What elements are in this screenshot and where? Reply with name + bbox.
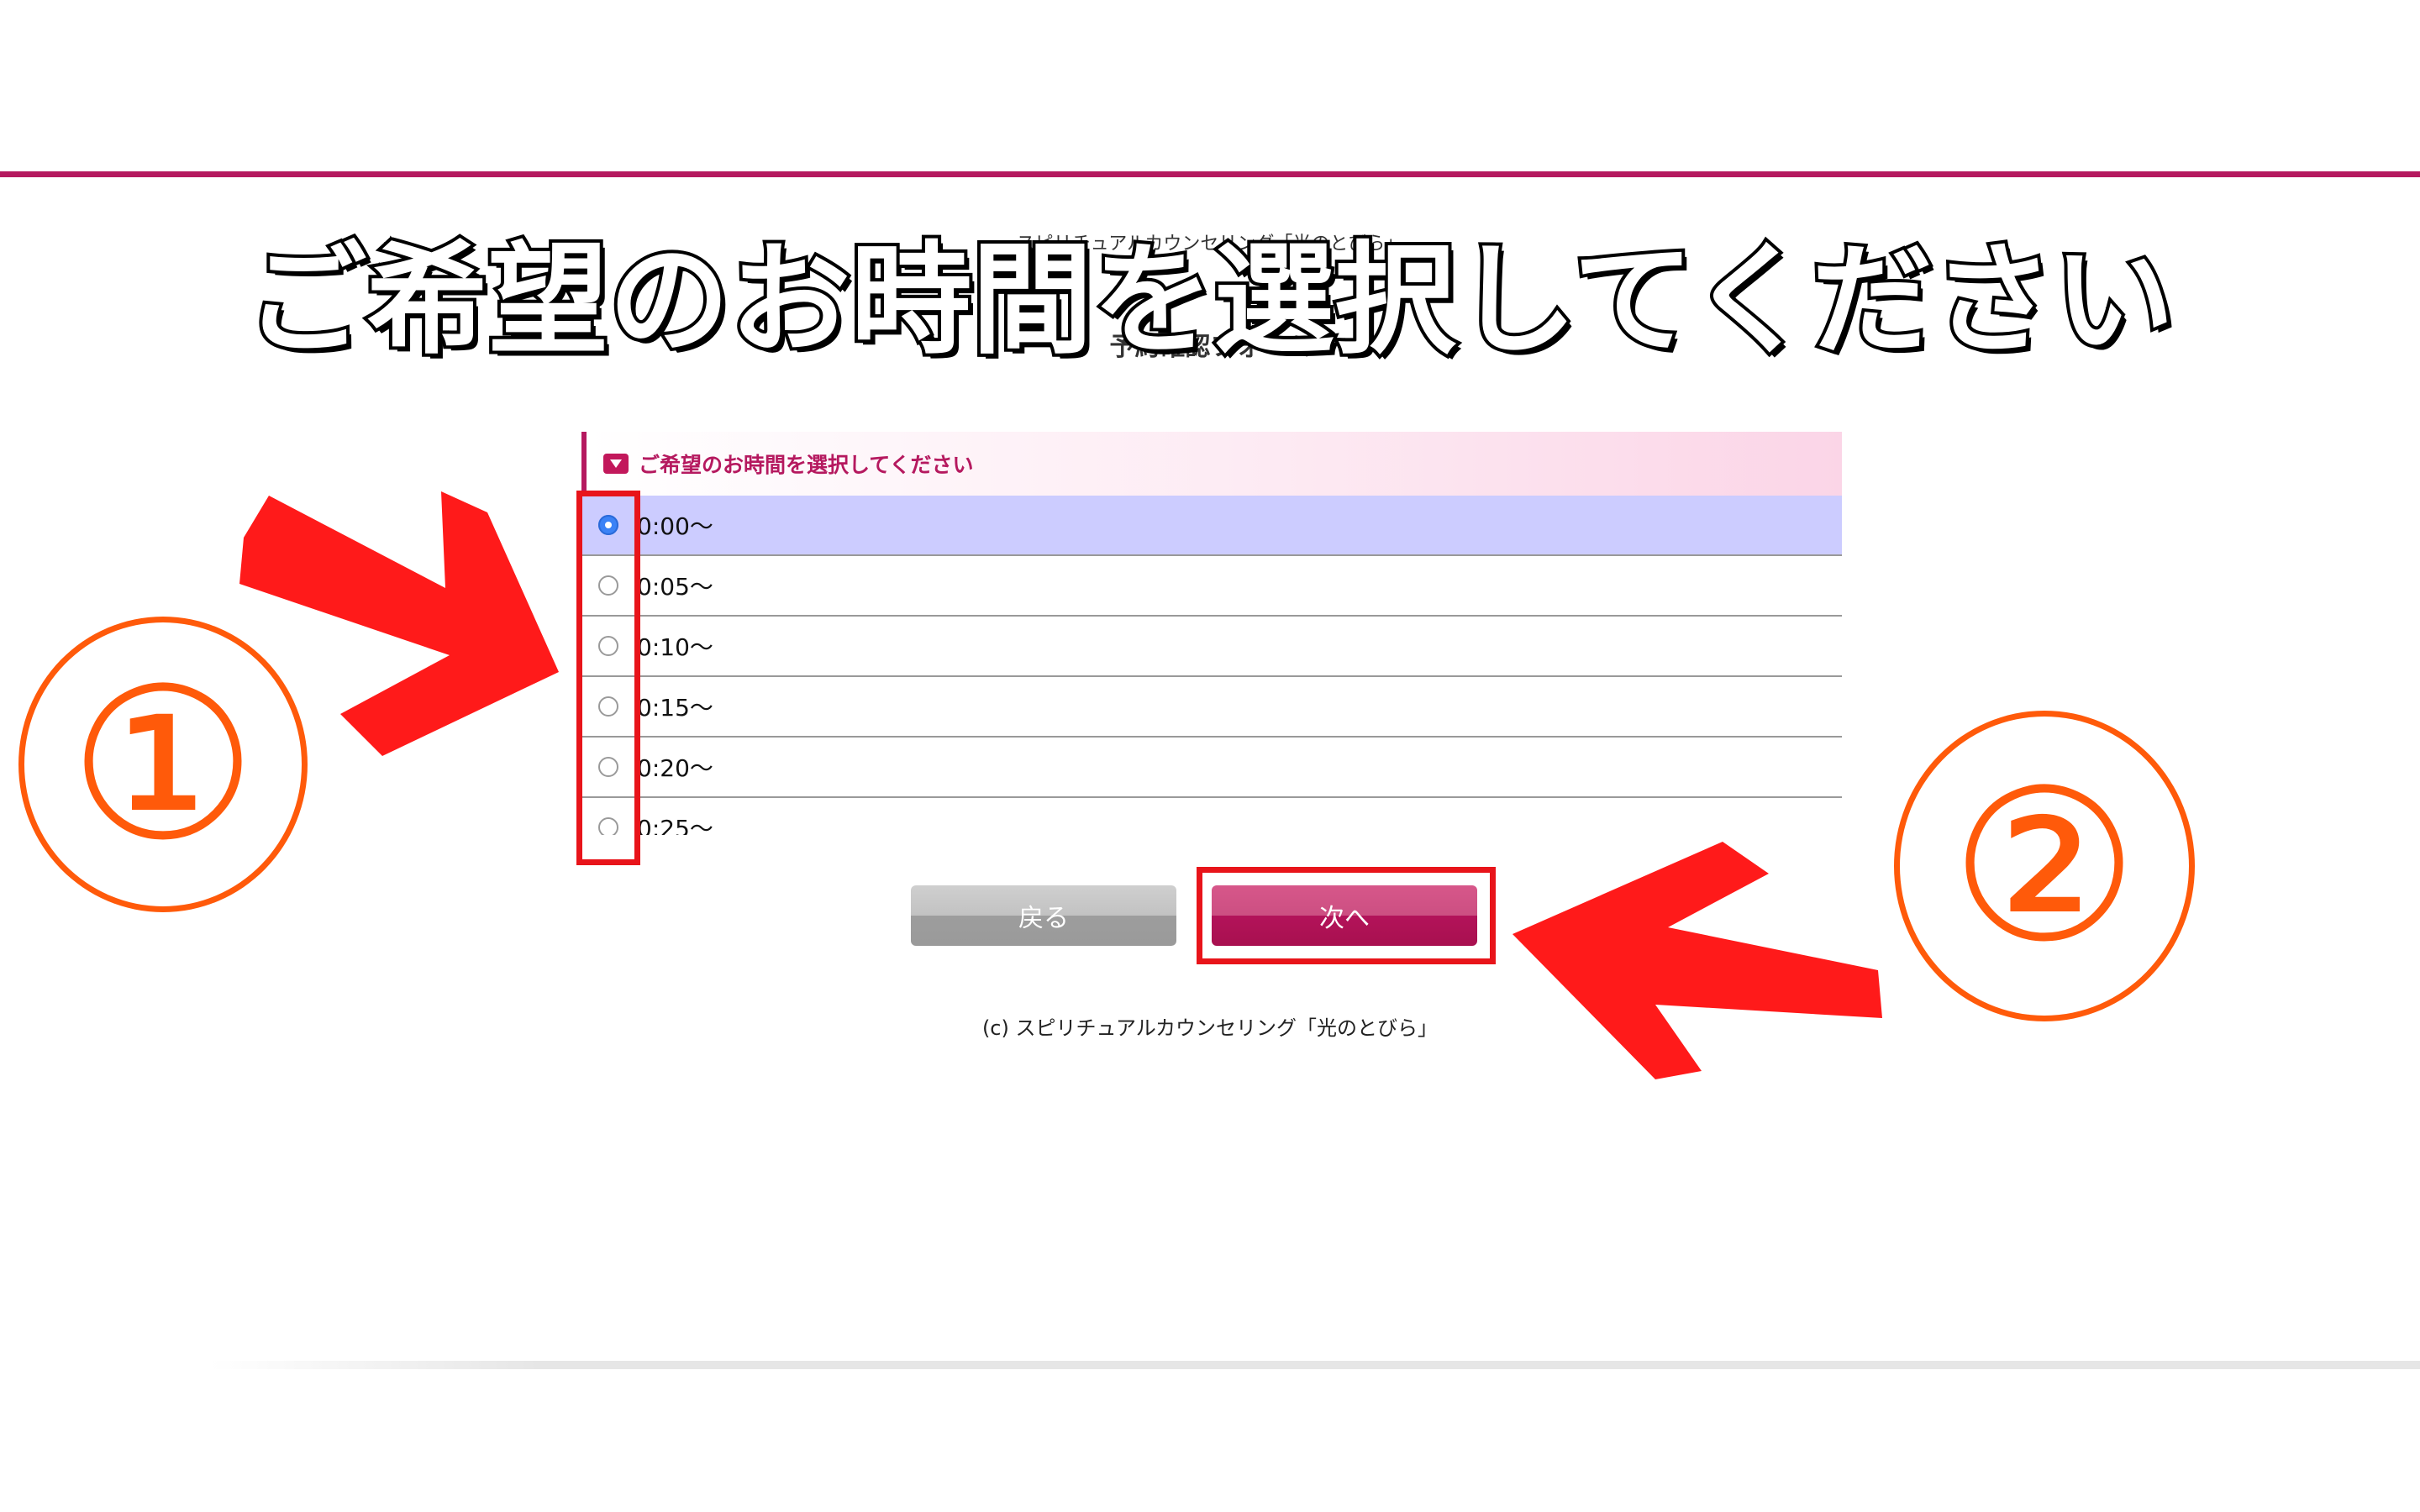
time-option-list: 0:00〜 0:05〜 0:10〜 0:15〜 0:20〜 0:25〜 [581,496,1842,835]
time-option[interactable]: 0:00〜 [581,496,1842,556]
time-option-label: 0:25〜 [637,815,713,835]
triangle-down-icon [603,454,629,474]
time-option-label: 0:20〜 [637,754,713,782]
back-button[interactable]: 戻る [911,885,1176,946]
time-option-label: 0:15〜 [637,694,713,722]
step-two-marker: ② [1894,711,2195,1021]
time-option[interactable]: 0:20〜 [581,738,1842,798]
header-divider [0,171,2420,177]
time-option-label: 0:10〜 [637,633,713,661]
time-option[interactable]: 0:10〜 [581,617,1842,677]
panel-header: ご希望のお時間を選択してください [581,432,1842,496]
time-select-panel: ご希望のお時間を選択してください 0:00〜 0:05〜 0:10〜 0:15〜… [581,432,1842,835]
radio-highlight-box [576,491,640,865]
panel-title: ご希望のお時間を選択してください [639,453,974,477]
bottom-divider [210,1361,2420,1369]
time-option-label: 0:05〜 [637,573,713,601]
overlay-instruction-title: ご希望のお時間を選択してください [242,226,2177,374]
next-button-highlight-box [1197,867,1496,964]
time-option[interactable]: 0:05〜 [581,556,1842,617]
time-option[interactable]: 0:25〜 [581,798,1842,835]
arrow-left-icon [1512,842,1882,1079]
arrow-right-icon [239,491,559,756]
time-option[interactable]: 0:15〜 [581,677,1842,738]
time-option-label: 0:00〜 [637,512,713,540]
